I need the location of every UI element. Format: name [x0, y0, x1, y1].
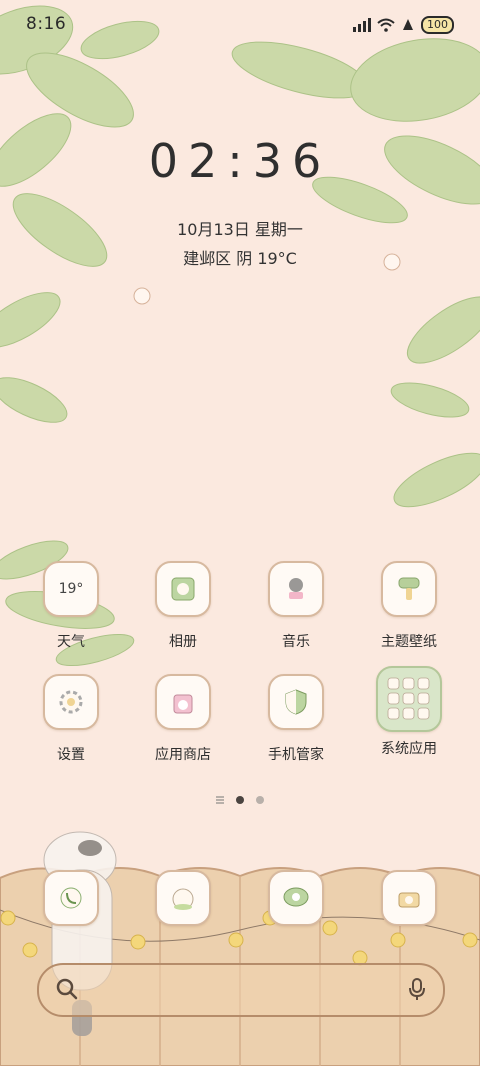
dock-contacts[interactable]	[133, 870, 233, 926]
system-apps-folder-icon	[376, 666, 442, 732]
location-weather[interactable]: 建邺区 阴 19°C	[0, 245, 480, 269]
theme-wallpaper-icon	[381, 561, 437, 617]
folder-system-apps[interactable]: 系统应用	[359, 666, 459, 758]
status-bar: 8:16 100	[0, 0, 480, 48]
app-phone-manager[interactable]: 手机管家	[246, 674, 346, 764]
wifi-icon	[377, 18, 395, 32]
dock-messages[interactable]	[246, 870, 346, 926]
app-photo-album[interactable]: 相册	[133, 561, 233, 651]
app-label: 手机管家	[268, 747, 324, 763]
app-store[interactable]: 应用商店	[133, 674, 233, 764]
signal-icon	[353, 18, 371, 32]
photo-album-icon	[155, 561, 211, 617]
app-music[interactable]: 音乐	[246, 561, 346, 651]
app-label: 设置	[57, 747, 85, 763]
search-icon[interactable]	[55, 977, 79, 1001]
status-icons: 100	[353, 16, 454, 34]
weather-temp: 19°	[58, 581, 84, 597]
camera-icon	[381, 870, 437, 926]
app-weather[interactable]: 19° 天气	[21, 561, 121, 651]
menu-lines-icon[interactable]	[216, 796, 224, 804]
status-time: 8:16	[26, 14, 67, 34]
microphone-icon[interactable]	[407, 977, 427, 1001]
notification-icon	[403, 19, 413, 30]
app-store-icon	[155, 674, 211, 730]
app-theme-wallpaper[interactable]: 主题壁纸	[359, 561, 459, 651]
clock-time[interactable]: 02:36	[0, 134, 480, 188]
music-icon	[268, 561, 324, 617]
messages-icon	[268, 870, 324, 926]
app-label: 系统应用	[381, 741, 437, 757]
app-label: 天气	[57, 634, 85, 650]
app-label: 相册	[169, 634, 197, 650]
phone-icon	[43, 870, 99, 926]
clock-date[interactable]: 10月13日 星期一	[0, 216, 480, 240]
settings-icon	[43, 674, 99, 730]
weather-icon: 19°	[43, 561, 99, 617]
battery-indicator: 100	[421, 16, 454, 34]
app-label: 主题壁纸	[381, 634, 437, 650]
page-dot[interactable]	[256, 796, 264, 804]
dock-camera[interactable]	[359, 870, 459, 926]
page-indicator[interactable]	[0, 796, 480, 804]
app-label: 应用商店	[155, 747, 211, 763]
page-dot-active[interactable]	[236, 796, 244, 804]
search-bar[interactable]	[37, 963, 445, 1017]
app-settings[interactable]: 设置	[21, 674, 121, 764]
dock-phone[interactable]	[21, 870, 121, 926]
contacts-icon	[155, 870, 211, 926]
phone-manager-icon	[268, 674, 324, 730]
app-label: 音乐	[282, 634, 310, 650]
